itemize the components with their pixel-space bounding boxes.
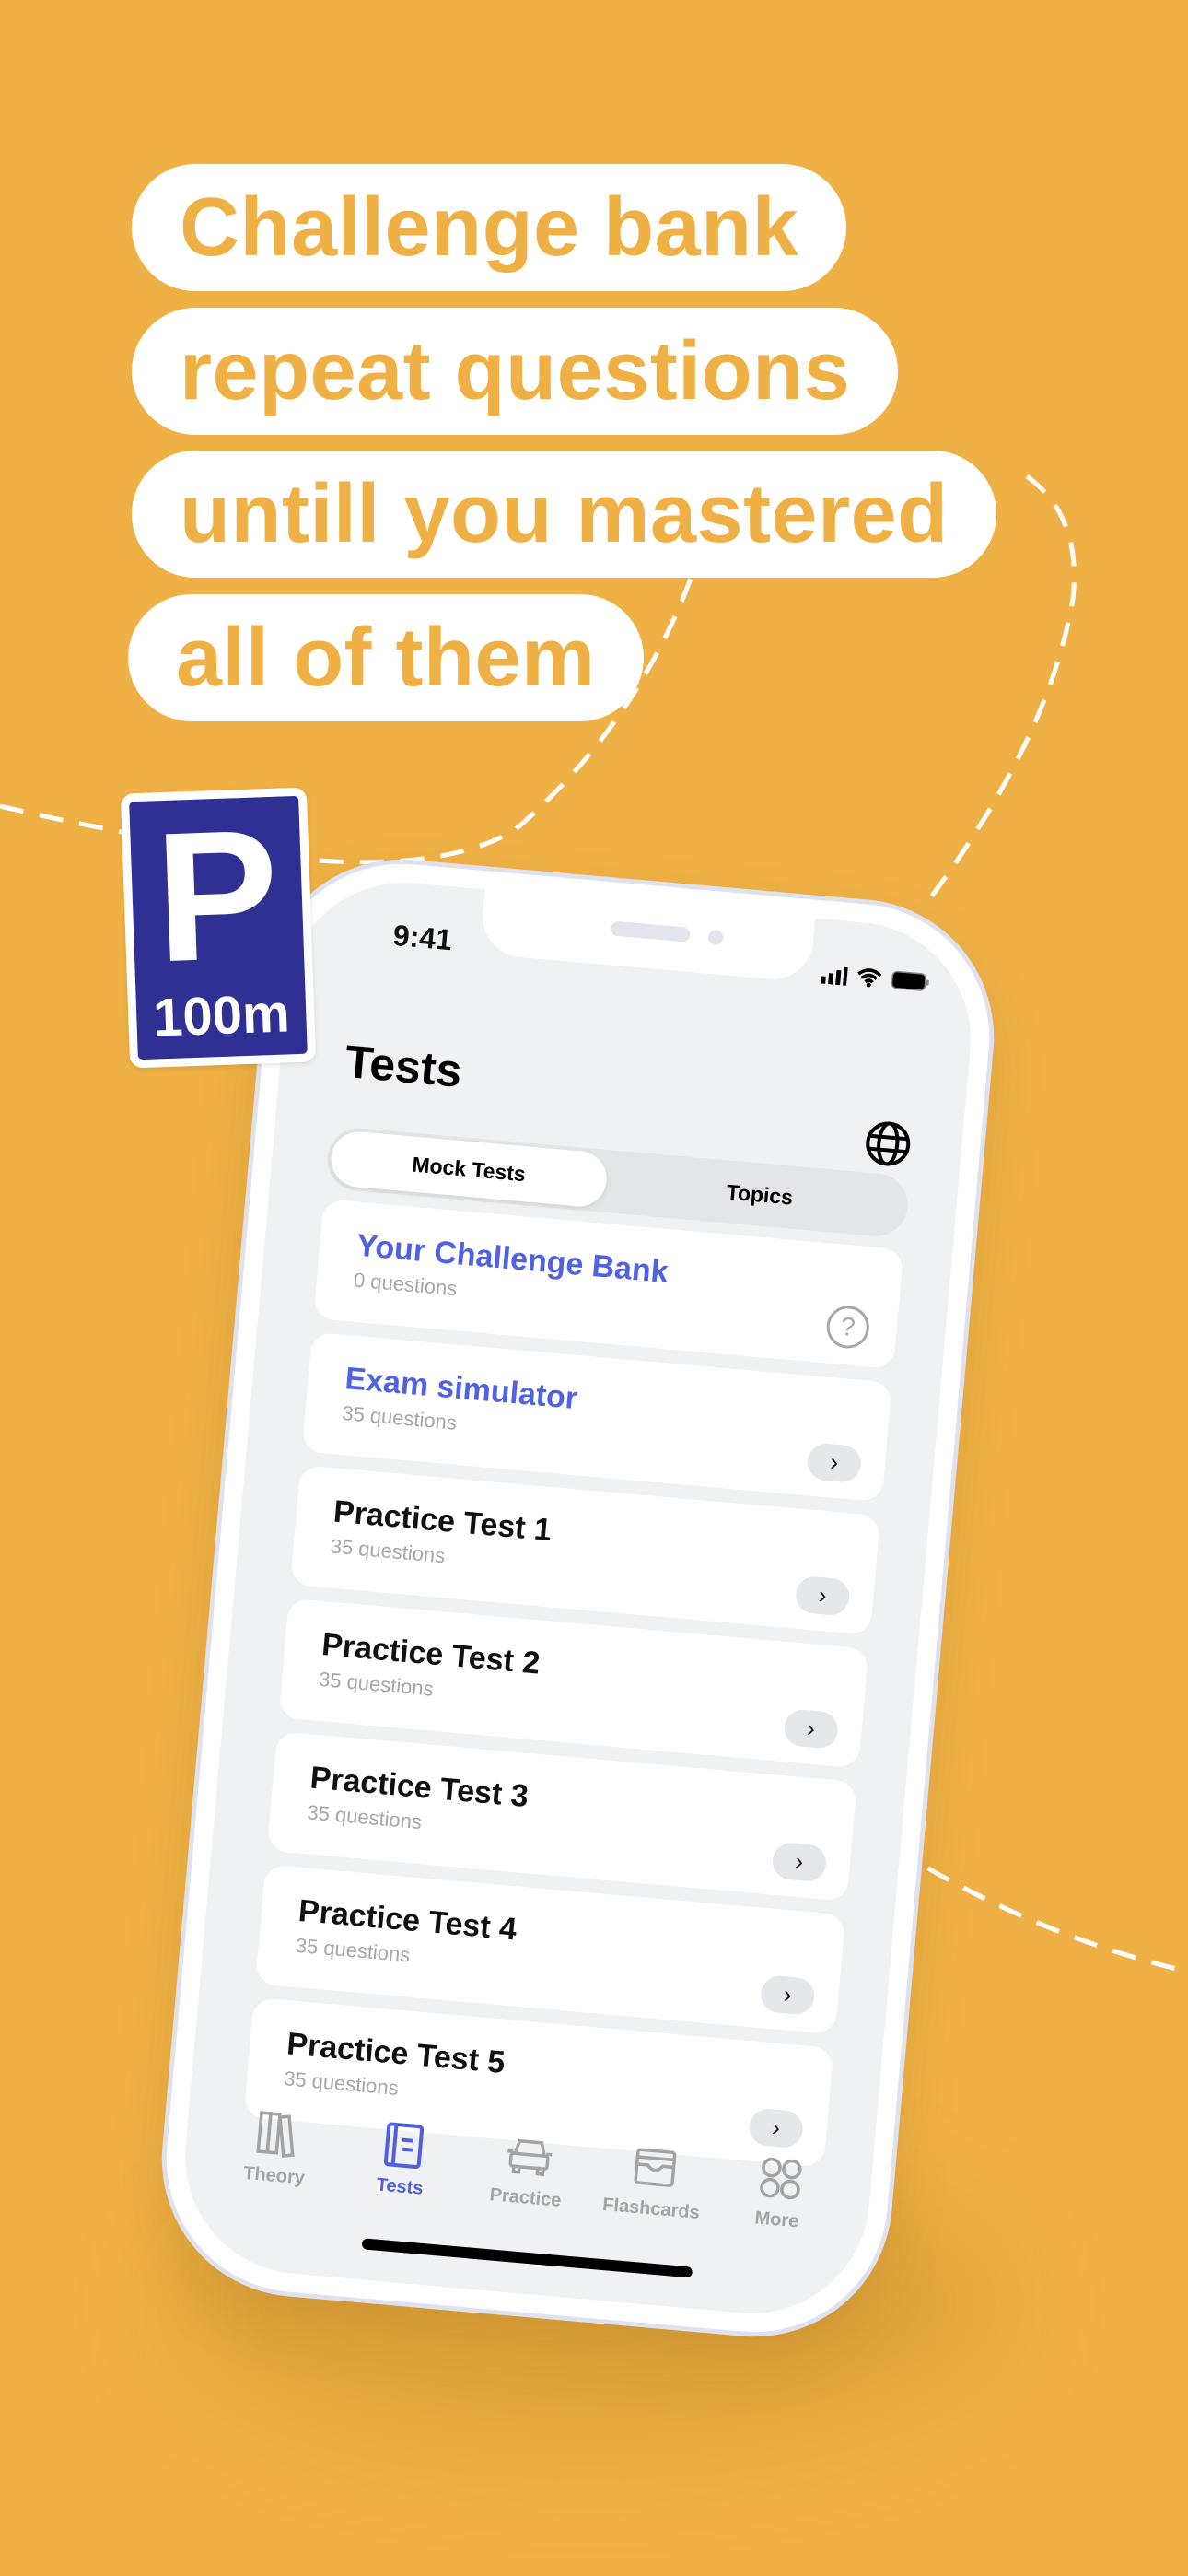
card-question-count: 35 questions xyxy=(294,1933,412,1967)
tab-practice[interactable]: Practice xyxy=(467,2128,586,2239)
notebook-icon xyxy=(383,2122,424,2169)
phone-mockup: 9:41 Tests Mock Tests Topics Your Challe… xyxy=(150,848,1006,2348)
car-icon xyxy=(507,2138,552,2176)
card-question-count: 0 questions xyxy=(353,1268,459,1301)
status-icons xyxy=(821,964,930,993)
chevron-right-icon[interactable]: › xyxy=(782,1708,840,1751)
tab-theory[interactable]: Theory xyxy=(215,2106,334,2217)
tab-label: Flashcards xyxy=(601,2194,701,2224)
status-time: 9:41 xyxy=(391,918,454,957)
tab-flashcards[interactable]: Flashcards xyxy=(593,2138,712,2249)
headline-line-2: repeat questions xyxy=(132,308,899,435)
wifi-icon xyxy=(857,968,882,988)
battery-icon xyxy=(891,970,929,991)
tab-label: Theory xyxy=(242,2162,306,2189)
notch xyxy=(479,887,816,983)
chevron-right-icon[interactable]: › xyxy=(806,1442,863,1484)
chevron-right-icon[interactable]: › xyxy=(759,1974,816,2016)
card-question-count: 35 questions xyxy=(318,1667,435,1701)
card-question-count: 35 questions xyxy=(341,1400,458,1434)
card-box-icon xyxy=(633,2148,676,2187)
camera xyxy=(707,929,724,945)
speaker xyxy=(610,920,691,943)
signal-icon xyxy=(821,966,848,986)
card-question-count: 35 questions xyxy=(306,1800,424,1834)
headline-line-1: Challenge bank xyxy=(132,164,847,291)
globe-icon[interactable] xyxy=(863,1118,913,1168)
tab-tests[interactable]: Tests xyxy=(342,2117,460,2228)
sign-letter: P xyxy=(152,790,283,1001)
help-icon[interactable]: ? xyxy=(824,1304,871,1351)
app-screen: 9:41 Tests Mock Tests Topics Your Challe… xyxy=(175,872,981,2324)
headline-line-4: all of them xyxy=(128,594,644,721)
four-circles-icon xyxy=(759,2157,802,2200)
tab-mock-tests[interactable]: Mock Tests xyxy=(329,1129,610,1209)
sign-distance: 100m xyxy=(152,983,291,1048)
chevron-right-icon[interactable]: › xyxy=(771,1841,828,1883)
tab-label: Practice xyxy=(488,2184,563,2211)
headline-line-3: untill you mastered xyxy=(132,451,996,578)
page-title: Tests xyxy=(343,1035,464,1097)
tab-more[interactable]: More xyxy=(718,2149,837,2260)
chevron-right-icon[interactable]: › xyxy=(748,2107,805,2149)
tab-label: More xyxy=(753,2207,800,2232)
card-question-count: 35 questions xyxy=(329,1534,447,1568)
chevron-right-icon[interactable]: › xyxy=(794,1575,851,1617)
card-question-count: 35 questions xyxy=(283,2067,400,2100)
books-icon xyxy=(255,2111,295,2158)
parking-sign-illustration: P 100m xyxy=(120,787,317,1069)
tab-label: Tests xyxy=(375,2174,425,2199)
